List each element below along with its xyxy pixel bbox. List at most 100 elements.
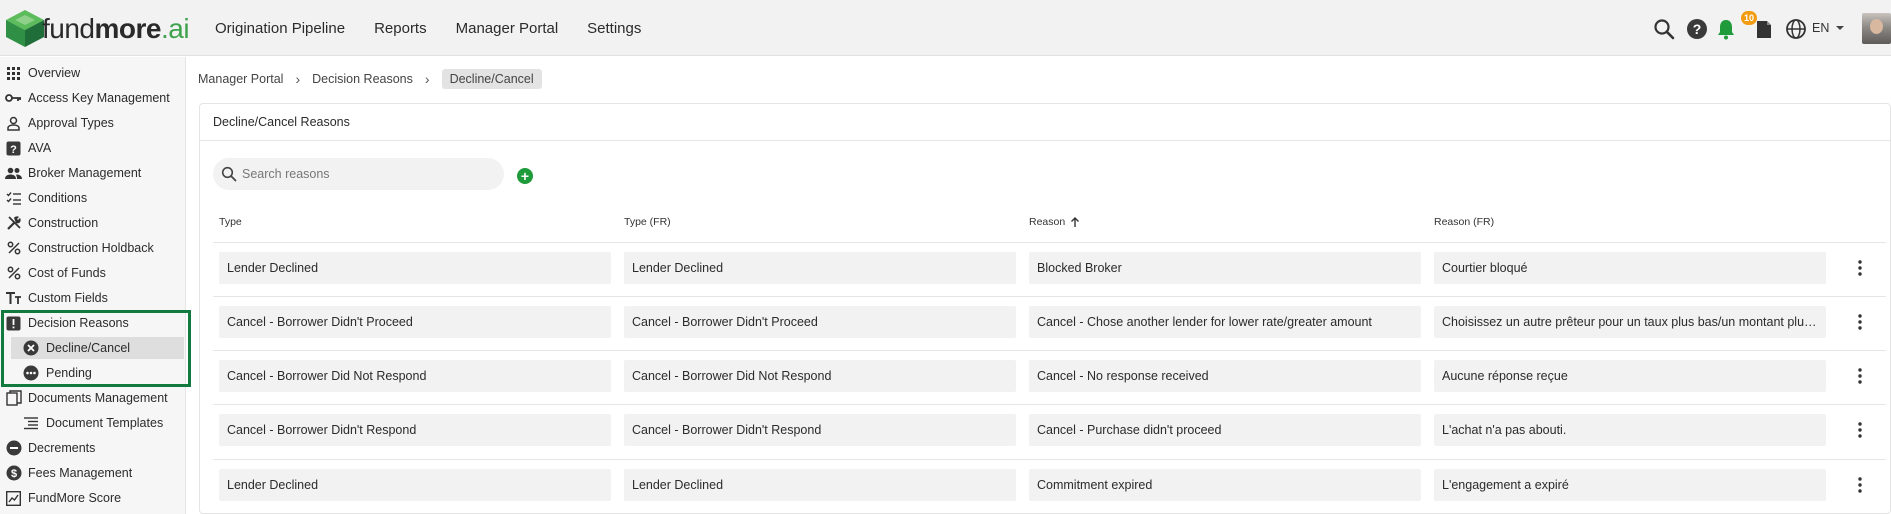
cell-type[interactable]: Lender Declined [219,469,611,501]
column-header-reason[interactable]: Reason [1029,216,1080,228]
percent-icon [5,265,22,282]
fundmore-logo[interactable]: fundmore.ai [4,7,190,49]
card-title: Decline/Cancel Reasons [200,104,1890,141]
divider [213,242,1886,243]
add-reason-button[interactable]: + [517,168,533,184]
sidebar-item-access-key-management[interactable]: Access Key Management [0,87,186,109]
sidebar-item-cost-of-funds[interactable]: Cost of Funds [0,262,186,284]
person-icon [5,115,22,132]
search-icon[interactable] [1653,18,1675,40]
row-menu-icon[interactable] [1852,312,1868,332]
decline-cancel-reasons-card: Decline/Cancel Reasons Search reasons + … [199,103,1891,514]
user-avatar[interactable] [1862,13,1891,44]
cell-type-fr[interactable]: Lender Declined [624,252,1016,284]
sidebar-item-construction-holdback[interactable]: Construction Holdback [0,237,186,259]
score-icon [5,490,22,507]
sidebar-item-documents-management[interactable]: Documents Management [0,387,186,409]
cell-reason[interactable]: Cancel - No response received [1029,360,1421,392]
sidebar-item-conditions[interactable]: Conditions [0,187,186,209]
cell-type-fr[interactable]: Cancel - Borrower Didn't Proceed [624,306,1016,338]
search-input[interactable]: Search reasons [213,158,504,190]
sidebar-item-fees-management[interactable]: $ Fees Management [0,462,186,484]
cell-type[interactable]: Cancel - Borrower Didn't Respond [219,414,611,446]
help-icon[interactable]: ? [1686,18,1708,40]
cell-reason[interactable]: Cancel - Chose another lender for lower … [1029,306,1421,338]
nav-settings[interactable]: Settings [587,20,641,37]
sidebar-item-label: Access Key Management [28,91,170,105]
row-divider [213,404,1886,405]
nav-origination-pipeline[interactable]: Origination Pipeline [215,20,345,37]
question-box-icon: ? [5,140,22,157]
sidebar-item-label: Cost of Funds [28,266,106,280]
chevron-right-icon: › [295,71,301,87]
cell-type-fr[interactable]: Cancel - Borrower Did Not Respond [624,360,1016,392]
cell-reason-fr[interactable]: Courtier bloqué [1434,252,1826,284]
sidebar-item-label: Approval Types [28,116,114,130]
cell-reason-fr[interactable]: Aucune réponse reçue [1434,360,1826,392]
sidebar-item-broker-management[interactable]: Broker Management [0,162,186,184]
svg-text:$: $ [10,468,16,480]
sidebar-item-label: Construction [28,216,99,230]
key-icon [5,90,22,107]
grid-icon [5,65,22,82]
sidebar-item-overview[interactable]: Overview [0,62,186,84]
search-icon [221,166,237,182]
sidebar-item-label: Conditions [28,191,88,205]
chevron-down-icon [1836,26,1845,30]
percent-icon [5,240,22,257]
svg-text:?: ? [10,144,17,156]
svg-text:?: ? [1693,21,1702,37]
sidebar-item-label: Broker Management [28,166,142,180]
cell-reason[interactable]: Commitment expired [1029,469,1421,501]
cell-reason[interactable]: Cancel - Purchase didn't proceed [1029,414,1421,446]
row-menu-icon[interactable] [1852,366,1868,386]
cell-type[interactable]: Cancel - Borrower Did Not Respond [219,360,611,392]
search-placeholder: Search reasons [242,167,330,181]
sidebar-item-construction[interactable]: Construction [0,212,186,234]
language-selector[interactable]: EN [1812,21,1845,35]
column-header-reason-fr[interactable]: Reason (FR) [1434,216,1494,228]
row-menu-icon[interactable] [1852,475,1868,495]
sidebar-item-decrements[interactable]: Decrements [0,437,186,459]
sidebar-item-label: Document Templates [46,416,164,430]
column-header-type-fr[interactable]: Type (FR) [624,216,671,228]
people-icon [5,165,22,182]
column-header-type[interactable]: Type [219,216,242,228]
breadcrumb-decision-reasons[interactable]: Decision Reasons [312,72,413,86]
sidebar-item-label: Construction Holdback [28,241,154,255]
list-icon [22,415,39,432]
cell-type[interactable]: Cancel - Borrower Didn't Proceed [219,306,611,338]
sidebar-item-label: Documents Management [28,391,168,405]
row-divider [213,350,1886,351]
nav-reports[interactable]: Reports [374,20,427,37]
document-icon[interactable] [1753,18,1775,40]
chevron-right-icon: › [424,71,430,87]
sidebar-item-label: Overview [28,66,81,80]
row-menu-icon[interactable] [1852,420,1868,440]
sidebar: Overview Access Key Management Approval … [0,57,186,514]
sidebar-item-ava[interactable]: ? AVA [0,137,186,159]
logo-wordmark: fundmore.ai [42,13,190,44]
dollar-circle-icon: $ [5,465,22,482]
notifications-bell-icon[interactable] [1715,18,1737,40]
row-divider [213,296,1886,297]
row-menu-icon[interactable] [1852,258,1868,278]
breadcrumb: Manager Portal › Decision Reasons › Decl… [198,69,542,89]
cell-type-fr[interactable]: Lender Declined [624,469,1016,501]
cell-reason-fr[interactable]: L'engagement a expiré [1434,469,1826,501]
globe-icon[interactable] [1785,18,1807,40]
sidebar-item-custom-fields[interactable]: Custom Fields [0,287,186,309]
cell-reason-fr[interactable]: Choisissez un autre prêteur pour un taux… [1434,306,1826,338]
breadcrumb-manager-portal[interactable]: Manager Portal [198,72,283,86]
cell-reason[interactable]: Blocked Broker [1029,252,1421,284]
nav-manager-portal[interactable]: Manager Portal [456,20,559,37]
sidebar-item-document-templates[interactable]: Document Templates [0,412,186,434]
cell-reason-fr[interactable]: L'achat n'a pas abouti. [1434,414,1826,446]
decision-reasons-highlight-box [1,310,191,387]
cell-type[interactable]: Lender Declined [219,252,611,284]
checklist-icon [5,190,22,207]
sidebar-item-fundmore-score[interactable]: FundMore Score [0,487,186,509]
text-icon [5,290,22,307]
cell-type-fr[interactable]: Cancel - Borrower Didn't Respond [624,414,1016,446]
sidebar-item-approval-types[interactable]: Approval Types [0,112,186,134]
